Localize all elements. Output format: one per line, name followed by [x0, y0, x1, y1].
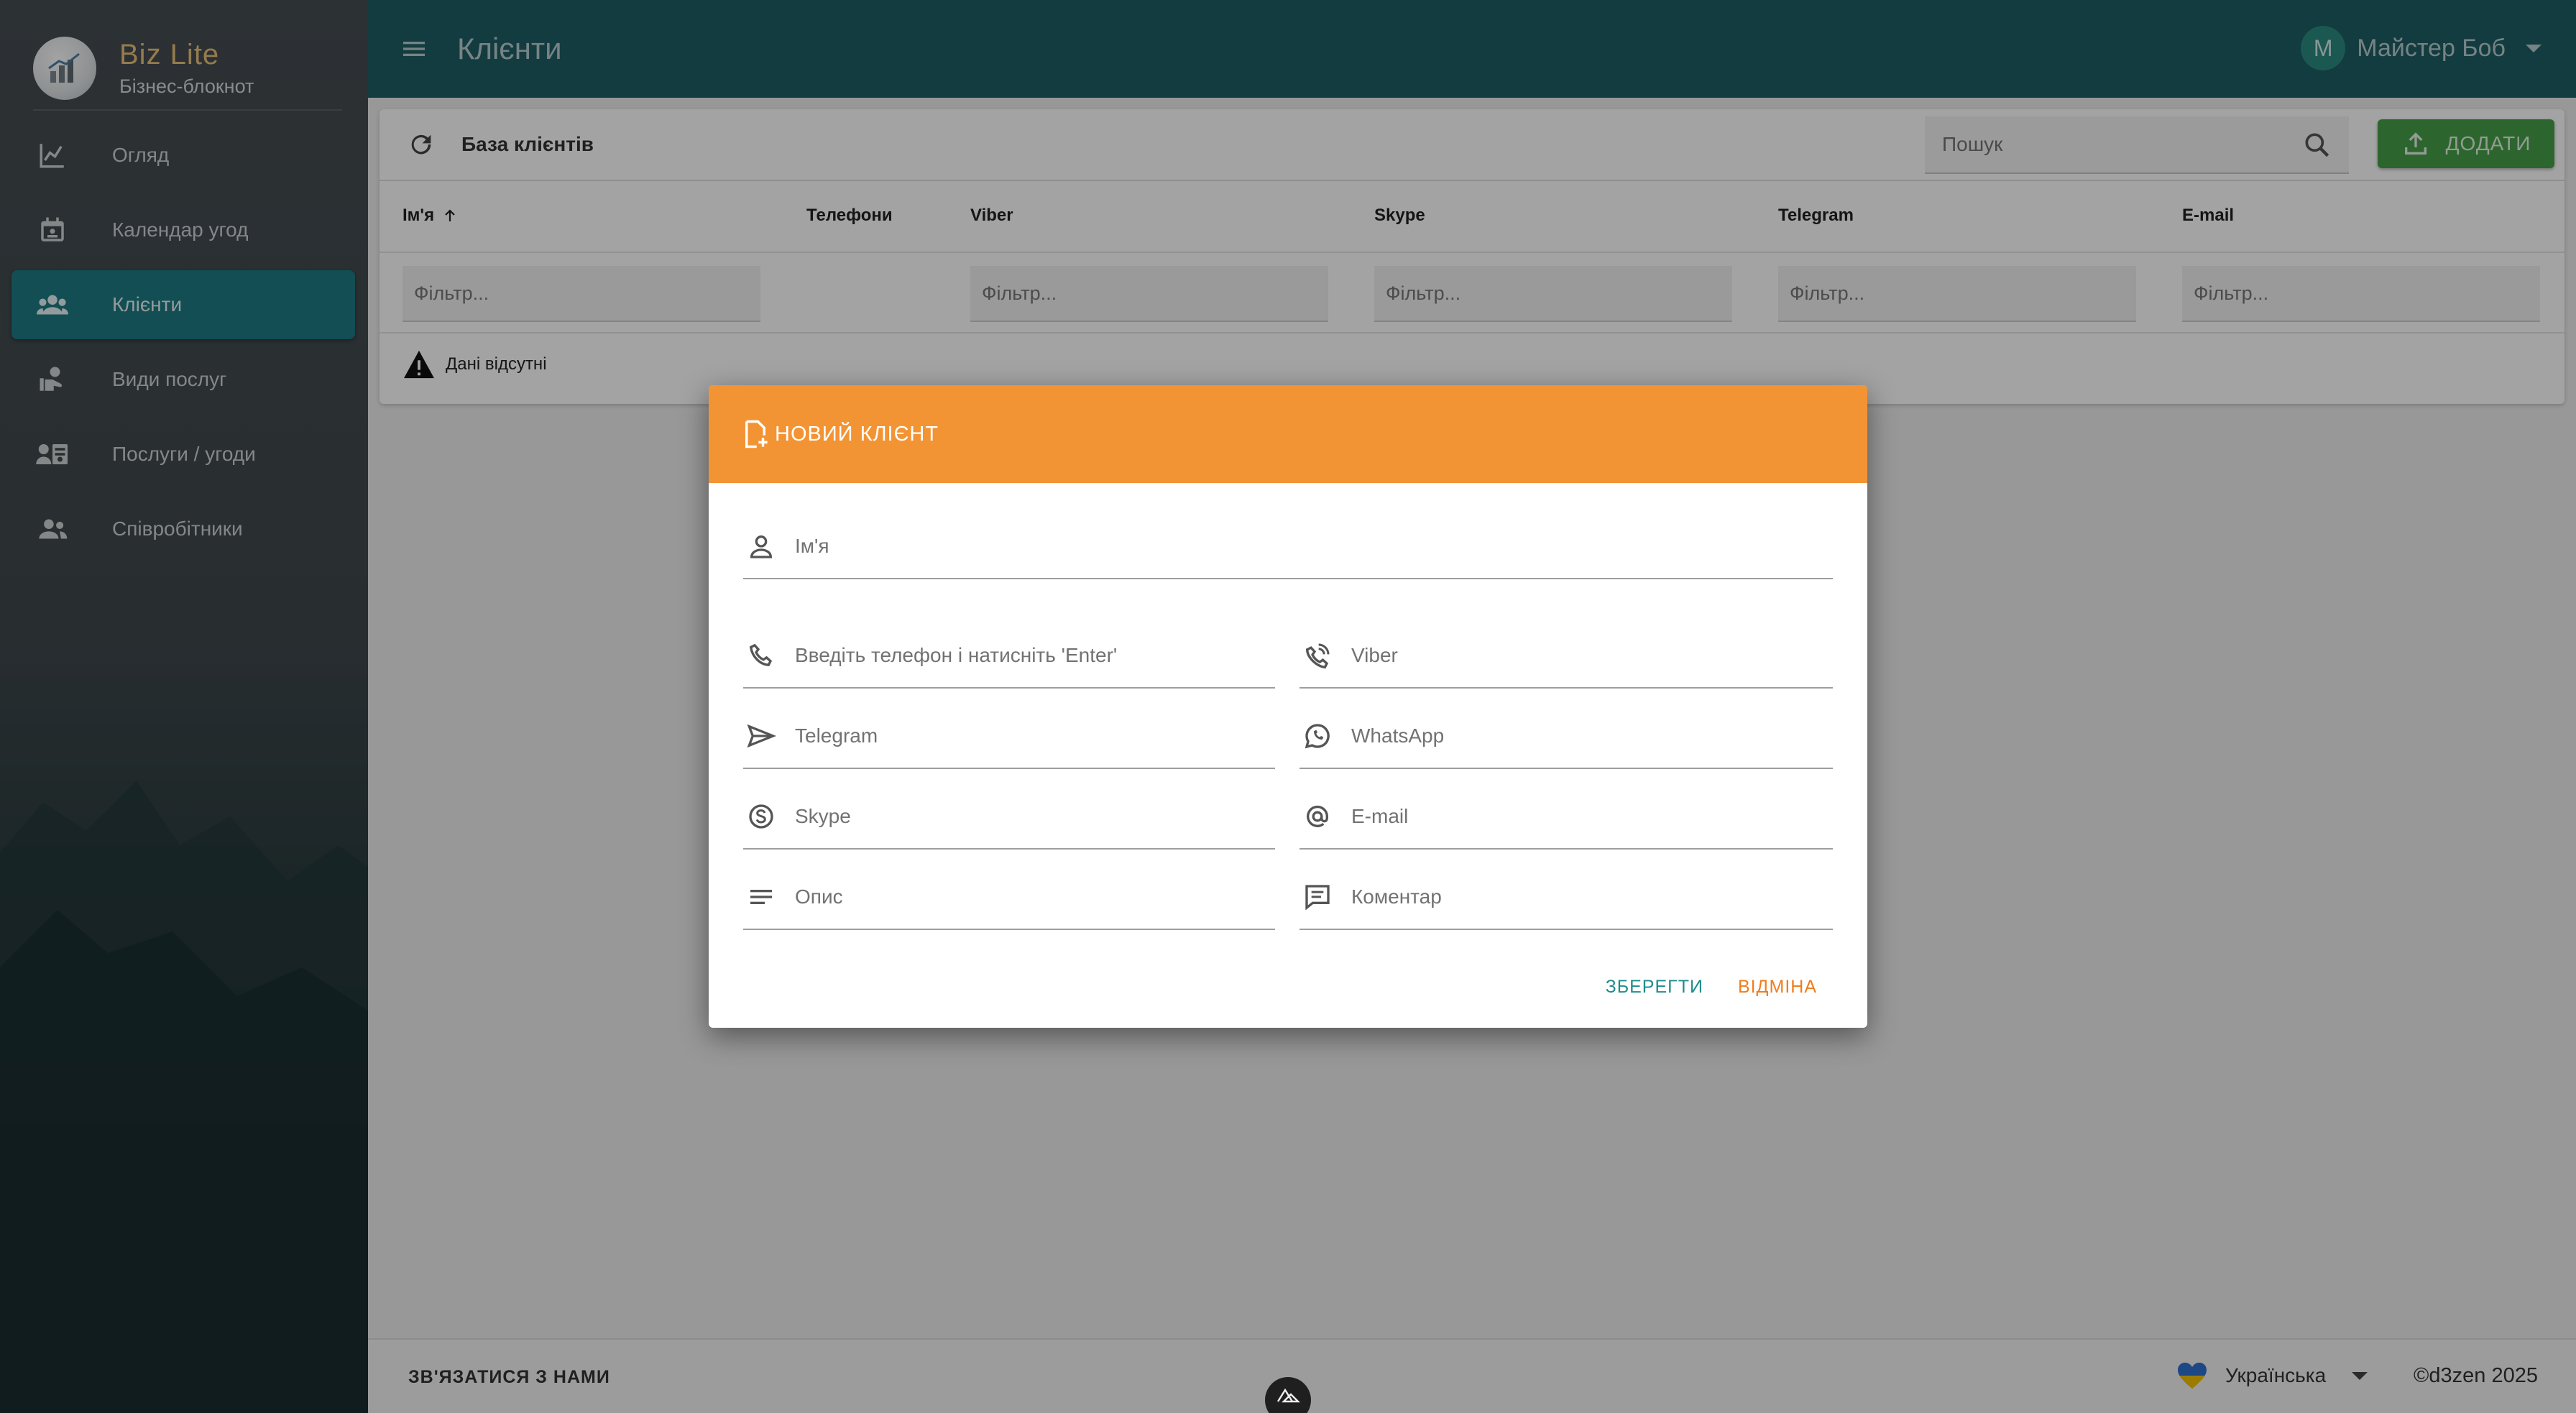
- dialog-header: НОВИЙ КЛІЄНТ: [709, 385, 1867, 483]
- person-icon: [745, 530, 778, 563]
- description-input[interactable]: [795, 885, 1274, 908]
- comment-input[interactable]: [1351, 885, 1831, 908]
- dialog-title: НОВИЙ КЛІЄНТ: [775, 422, 939, 446]
- whatsapp-input[interactable]: [1351, 724, 1831, 747]
- viber-input[interactable]: [1351, 644, 1831, 667]
- phone-field[interactable]: [743, 624, 1275, 689]
- name-input[interactable]: [795, 535, 1776, 558]
- new-document-icon: [745, 420, 768, 448]
- comment-field[interactable]: [1300, 865, 1833, 930]
- email-input[interactable]: [1351, 805, 1831, 828]
- description-field[interactable]: [743, 865, 1275, 930]
- phone-icon: [745, 639, 778, 672]
- telegram-input[interactable]: [795, 724, 1274, 747]
- comment-icon: [1301, 880, 1334, 913]
- at-sign-icon: [1301, 800, 1334, 833]
- dialog-actions: ЗБЕРЕГТИ ВІДМІНА: [1597, 970, 1826, 1005]
- text-lines-icon: [745, 880, 778, 913]
- telegram-send-icon: [745, 719, 778, 752]
- name-field[interactable]: [743, 515, 1833, 579]
- telegram-field[interactable]: [743, 704, 1275, 769]
- email-field[interactable]: [1300, 785, 1833, 850]
- viber-field[interactable]: [1300, 624, 1833, 689]
- cancel-button[interactable]: ВІДМІНА: [1729, 970, 1826, 1005]
- whatsapp-field[interactable]: [1300, 704, 1833, 769]
- phone-input[interactable]: [795, 644, 1274, 667]
- new-client-dialog: НОВИЙ КЛІЄНТ Ім'я Введіть телефон і нати…: [709, 385, 1867, 1028]
- whatsapp-icon: [1301, 719, 1334, 752]
- save-button[interactable]: ЗБЕРЕГТИ: [1597, 970, 1712, 1005]
- skype-field[interactable]: [743, 785, 1275, 850]
- viber-icon: [1301, 639, 1334, 672]
- skype-input[interactable]: [795, 805, 1274, 828]
- skype-icon: [745, 800, 778, 833]
